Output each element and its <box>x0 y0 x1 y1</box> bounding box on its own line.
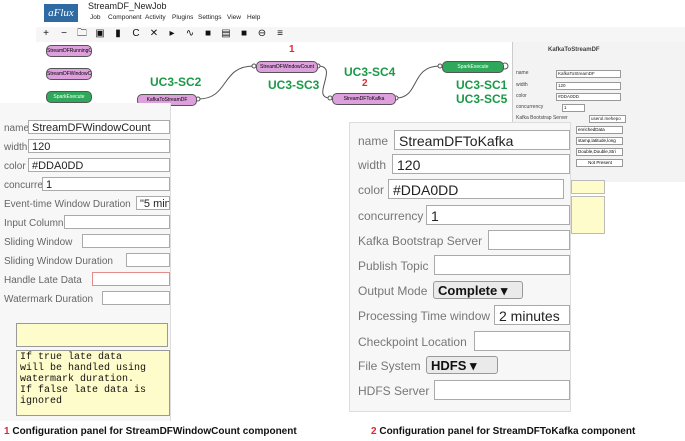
checkpoint-location-field[interactable] <box>474 331 570 351</box>
field-label: concurrency <box>358 209 424 223</box>
field-label: name <box>358 134 389 148</box>
width-field[interactable]: 120 <box>556 82 621 90</box>
field-label: Handle Late Data <box>4 275 82 286</box>
help-text: If true late data will be handled using … <box>16 350 170 416</box>
field-label: color <box>516 93 527 99</box>
field-label: Publish Topic <box>358 259 429 273</box>
handle-late-data-field[interactable] <box>92 272 170 286</box>
caption-number: 2 <box>371 426 377 437</box>
field-label: Kafka Bootstrap Server <box>358 234 483 248</box>
concurrency-field[interactable]: 1 <box>562 104 585 112</box>
use-case-label: UC3-SC2 <box>150 75 202 89</box>
hdfs-server-field[interactable] <box>434 380 570 400</box>
use-case-label: UC3-SC4 <box>344 65 396 79</box>
field-label: Checkpoint Location <box>358 335 467 349</box>
mini-panel-title: KafkaToStreamDF <box>548 47 600 53</box>
status-field[interactable]: Not Present <box>576 159 623 167</box>
watermark-duration-field[interactable] <box>102 291 170 305</box>
topic-field[interactable]: enrichedData <box>576 126 623 134</box>
field-label: File System <box>358 359 421 373</box>
node-streamdf-window-count[interactable]: StreamDFWindowCount <box>256 61 318 73</box>
input-column-field[interactable] <box>64 215 170 229</box>
marker-number: 1 <box>289 44 295 55</box>
schema-field[interactable]: stamp,latitude,long <box>576 137 623 145</box>
note-box[interactable] <box>571 180 605 194</box>
width-field[interactable]: 120 <box>392 154 570 174</box>
field-label: color <box>358 183 385 197</box>
sliding-window-field[interactable] <box>82 234 170 248</box>
field-label: width <box>358 158 387 172</box>
output-mode-select[interactable]: Complete ▾ <box>433 281 523 299</box>
file-system-select[interactable]: HDFS ▾ <box>426 356 498 374</box>
field-label: name <box>516 70 529 76</box>
field-label: Kafka Bootstrap Server <box>516 115 568 121</box>
use-case-label: UC3-SC3 <box>268 78 320 92</box>
color-field[interactable]: #DDA0DD <box>556 93 621 101</box>
field-label: Watermark Duration <box>4 294 94 305</box>
processing-time-window-field[interactable]: 2 minutes <box>494 305 570 325</box>
name-field[interactable]: KafkaToStreamDF <box>556 70 621 78</box>
field-label: Output Mode <box>358 284 428 298</box>
caption-text: Configuration panel for StreamDFToKafka … <box>379 426 636 437</box>
field-label: Processing Time window <box>358 309 491 323</box>
field-label: Sliding Window <box>4 237 73 248</box>
marker-number: 2 <box>362 78 368 89</box>
caption-text: Configuration panel for StreamDFWindowCo… <box>12 426 297 437</box>
name-field[interactable]: StreamDFWindowCount <box>28 120 170 134</box>
types-field[interactable]: Double,Double,Stri <box>576 148 623 156</box>
note-box[interactable] <box>571 196 605 234</box>
color-field[interactable]: #DDA0DD <box>388 179 564 199</box>
width-field[interactable]: 120 <box>28 139 170 153</box>
publish-topic-field[interactable] <box>434 255 570 275</box>
use-case-label: UC3-SC1 <box>456 78 508 92</box>
field-label: width <box>516 82 528 88</box>
name-field[interactable]: StreamDFToKafka <box>394 130 570 150</box>
caption-1: 1 Configuration panel for StreamDFWindow… <box>4 426 297 437</box>
field-label: Input Column <box>4 218 64 229</box>
event-time-window-field[interactable]: "5 minu <box>136 196 170 210</box>
concurrency-field[interactable]: 1 <box>426 205 570 225</box>
field-label: name <box>4 123 30 134</box>
field-label: concurrency <box>516 104 544 110</box>
description-textarea[interactable] <box>16 323 168 347</box>
field-label: width <box>4 142 28 153</box>
caption-2: 2 Configuration panel for StreamDFToKafk… <box>371 426 635 437</box>
field-label: HDFS Server <box>358 384 430 398</box>
kafka-bootstrap-field[interactable] <box>488 230 570 250</box>
node-spark-execute[interactable]: SparkExecute <box>442 61 504 73</box>
kafka-bootstrap-field[interactable]: userol.mehepo <box>589 115 626 123</box>
concurrency-field[interactable]: 1 <box>42 177 170 191</box>
color-field[interactable]: #DDA0DD <box>28 158 170 172</box>
sliding-window-duration-field[interactable] <box>126 253 170 267</box>
field-label: Sliding Window Duration <box>4 256 113 267</box>
caption-number: 1 <box>4 426 10 437</box>
field-label: Event-time Window Duration <box>4 199 131 210</box>
node-streamdf-to-kafka[interactable]: StreamDFToKafka <box>332 93 396 105</box>
use-case-label: UC3-SC5 <box>456 92 508 106</box>
field-label: color <box>4 161 26 172</box>
